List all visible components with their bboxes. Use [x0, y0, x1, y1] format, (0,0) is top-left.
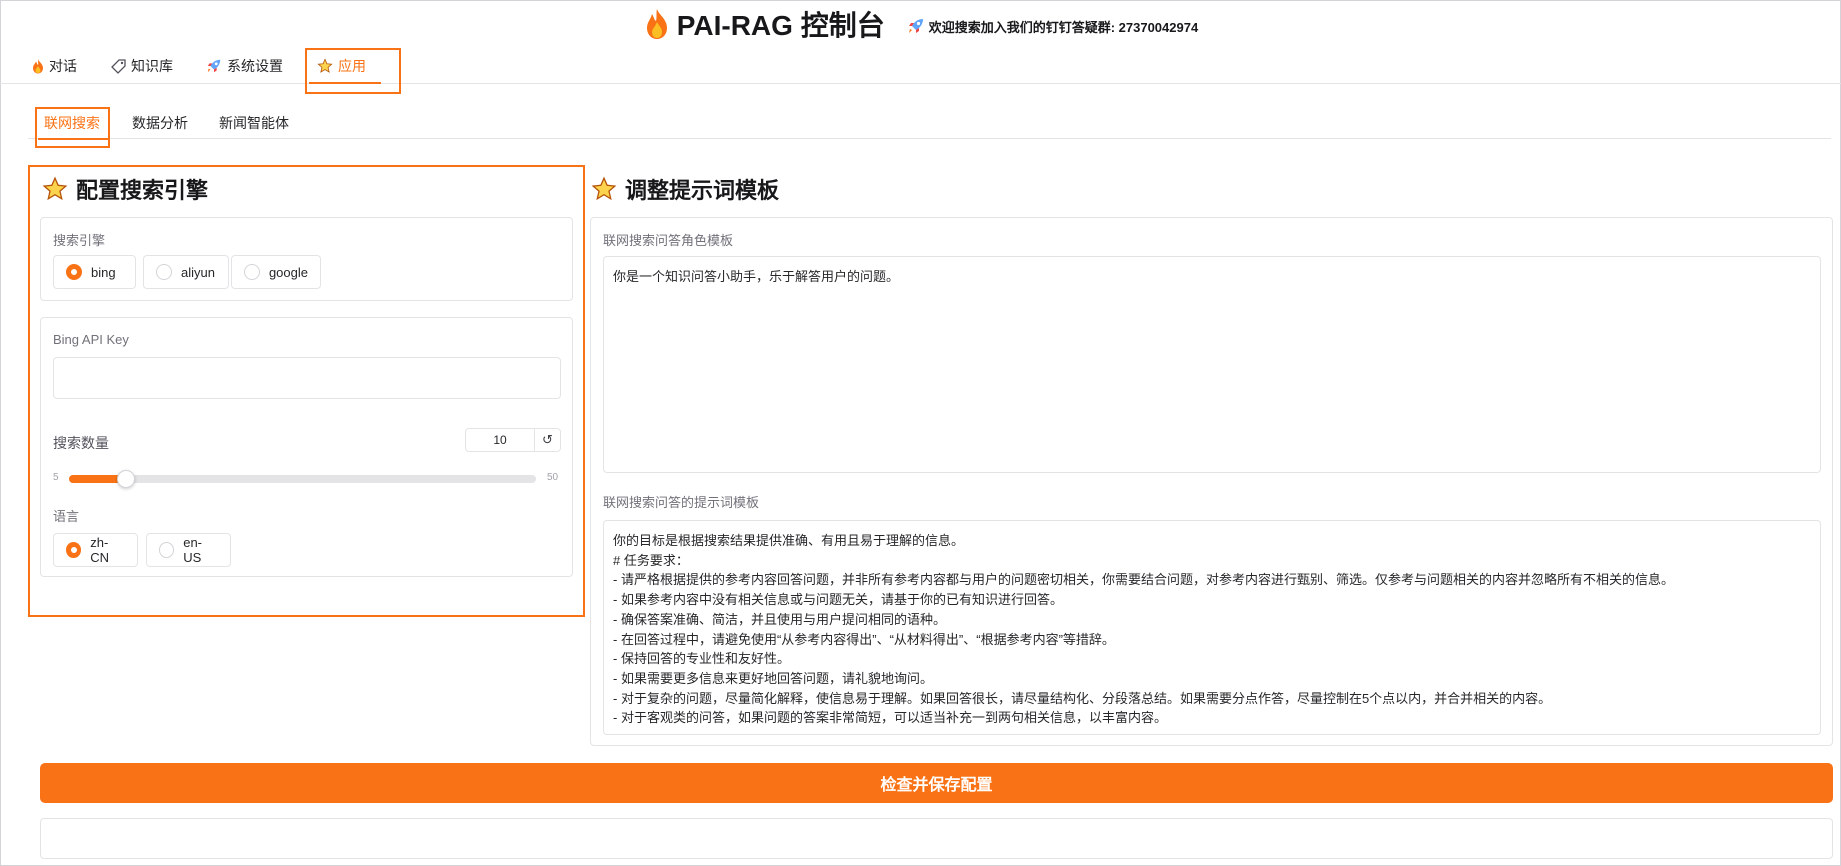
community-notice: 欢迎搜索加入我们的钉钉答疑群: 27370042974	[928, 19, 1199, 35]
prompt-line: # 任务要求：	[613, 552, 689, 568]
radio-bing[interactable]: bing	[53, 255, 136, 289]
radio-bing-label: bing	[91, 264, 116, 280]
reset-count-button[interactable]: ↺	[535, 428, 561, 452]
tab-apps-label: 应用	[338, 58, 366, 74]
tab-knowledge-base-label: 知识库	[131, 58, 173, 74]
fire-icon	[33, 58, 43, 73]
radio-google-label: google	[268, 264, 308, 280]
prompt-line: - 如果参考内容中没有相关信息或与问题无关，请基于你的已有知识进行回答。	[613, 592, 1063, 608]
tag-icon	[111, 58, 126, 74]
main-tabs: 对话 知识库 系统设置 应用	[0, 48, 1841, 84]
subtab-data-analysis[interactable]: 数据分析	[132, 107, 188, 139]
active-tab-underline	[309, 82, 381, 84]
subtab-data-analysis-label: 数据分析	[132, 115, 188, 131]
prompt-line: - 在回答过程中，请避免使用“从参考内容得出”、“从材料得出”、“根据参考内容”…	[613, 631, 1115, 647]
subtab-news-agent[interactable]: 新闻智能体	[219, 107, 289, 139]
prompt-section-title: 调整提示词模板	[591, 173, 779, 205]
sub-tabs: 联网搜索 数据分析 新闻智能体	[28, 107, 1831, 140]
api-key-input[interactable]	[53, 357, 561, 399]
tab-chat-label: 对话	[49, 58, 77, 74]
radio-zh-cn[interactable]: zh-CN	[53, 533, 138, 567]
search-engine-section-title: 配置搜索引擎	[42, 173, 208, 205]
prompt-template-label: 联网搜索问答的提示词模板	[603, 495, 760, 510]
subtab-news-agent-label: 新闻智能体	[219, 115, 289, 131]
check-and-save-button[interactable]: 检查并保存配置	[40, 763, 1833, 803]
search-settings-block: Bing API Key 搜索数量 10 ↺ 5 50 语言 zh-CN en-…	[40, 317, 573, 577]
language-label: 语言	[53, 509, 80, 524]
radio-zh-cn-label: zh-CN	[90, 535, 109, 565]
search-engine-label: 搜索引擎	[53, 233, 106, 248]
prompt-title-text: 调整提示词模板	[625, 178, 780, 203]
slider-max-label: 50	[547, 472, 559, 483]
star-icon	[591, 176, 617, 201]
status-output-box	[40, 818, 1833, 859]
prompt-line: - 对于客观类的问答，如果问题的答案非常简短，可以适当补充一到两句相关信息，以丰…	[613, 710, 1167, 726]
rocket-icon	[908, 19, 923, 33]
radio-dot	[66, 264, 82, 280]
star-icon	[42, 176, 68, 201]
tab-system-settings-label: 系统设置	[227, 58, 283, 74]
fire-icon	[646, 9, 667, 39]
radio-dot	[66, 542, 82, 558]
radio-dot	[244, 264, 260, 280]
header: PAI-RAG 控制台 欢迎搜索加入我们的钉钉答疑群: 27370042974	[0, 6, 1841, 42]
subtab-web-search-label: 联网搜索	[44, 115, 100, 131]
prompt-template-textarea[interactable]: 你的目标是根据搜索结果提供准确、有用且易于理解的信息。 # 任务要求： - 请严…	[603, 520, 1821, 735]
role-template-text: 你是一个知识问答小助手，乐于解答用户的问题。	[613, 269, 900, 284]
search-engine-title-text: 配置搜索引擎	[76, 178, 209, 203]
radio-dot	[159, 542, 175, 558]
role-template-textarea[interactable]: 你是一个知识问答小助手，乐于解答用户的问题。	[603, 256, 1821, 473]
tab-chat[interactable]: 对话	[32, 48, 77, 84]
radio-en-us-label: en-US	[183, 535, 203, 565]
tab-system-settings[interactable]: 系统设置	[206, 48, 283, 84]
notice-group: 欢迎搜索加入我们的钉钉答疑群: 27370042974	[907, 17, 1198, 36]
prompt-line: - 如果需要更多信息来更好地回答问题，请礼貌地询问。	[613, 670, 933, 686]
prompt-line: - 保持回答的专业性和友好性。	[613, 651, 790, 667]
subtab-web-search[interactable]: 联网搜索	[38, 107, 108, 140]
role-template-label: 联网搜索问答角色模板	[603, 233, 734, 248]
search-engine-block: 搜索引擎 bing aliyun google	[40, 217, 573, 301]
rocket-icon	[207, 59, 221, 73]
reset-icon: ↺	[542, 432, 553, 447]
title-group: PAI-RAG 控制台	[643, 4, 885, 44]
radio-aliyun-label: aliyun	[181, 264, 215, 280]
check-and-save-label: 检查并保存配置	[880, 777, 993, 794]
radio-dot	[156, 264, 172, 280]
tab-apps[interactable]: 应用	[309, 48, 381, 84]
prompt-line: - 对于复杂的问题，尽量简化解释，使信息易于理解。如果回答很长，请尽量结构化、分…	[613, 690, 1552, 706]
search-count-slider[interactable]	[69, 475, 536, 483]
tab-knowledge-base[interactable]: 知识库	[111, 48, 173, 84]
active-subtab-underline	[38, 138, 108, 140]
search-count-label: 搜索数量	[53, 435, 109, 451]
star-icon	[317, 58, 333, 73]
radio-google[interactable]: google	[231, 255, 321, 289]
radio-en-us[interactable]: en-US	[146, 533, 231, 567]
prompt-line: 你的目标是根据搜索结果提供准确、有用且易于理解的信息。	[613, 533, 965, 548]
api-key-label: Bing API Key	[53, 332, 129, 347]
radio-aliyun[interactable]: aliyun	[143, 255, 229, 289]
search-count-input[interactable]: 10	[465, 428, 535, 452]
page-title: PAI-RAG 控制台	[676, 10, 885, 41]
slider-thumb[interactable]	[117, 470, 135, 488]
prompt-block: 联网搜索问答角色模板 你是一个知识问答小助手，乐于解答用户的问题。 联网搜索问答…	[590, 217, 1833, 746]
slider-min-label: 5	[53, 472, 59, 483]
prompt-line: - 确保答案准确、简洁，并且使用与用户提问相同的语种。	[613, 611, 946, 627]
prompt-line: - 请严格根据提供的参考内容回答问题，并非所有参考内容都与用户的问题密切相关，你…	[613, 572, 1674, 588]
